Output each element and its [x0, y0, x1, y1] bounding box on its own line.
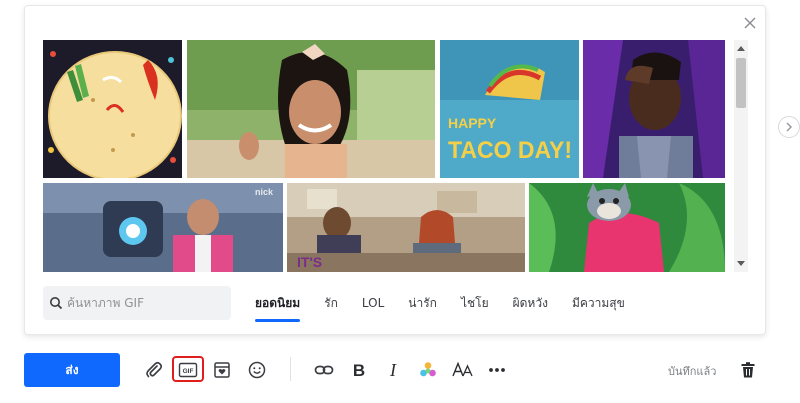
color-palette-icon[interactable] — [418, 360, 438, 380]
gif-search-input[interactable] — [67, 296, 217, 310]
nick-watermark: nick — [255, 187, 274, 197]
tab-happy[interactable]: มีความสุข — [572, 286, 625, 320]
close-icon[interactable] — [743, 16, 757, 30]
gif-grid-scrollbar[interactable] — [734, 40, 748, 272]
chevron-right-icon — [786, 122, 793, 132]
svg-text:I: I — [389, 360, 397, 380]
compose-toolbar: ส่ง GIF B I บันทึกแล้ว — [0, 345, 800, 395]
gif-tile-tortilla[interactable] — [43, 40, 182, 178]
sticker-icon[interactable] — [212, 360, 232, 380]
tab-cheers[interactable]: ไชโย — [461, 286, 489, 320]
search-icon — [50, 297, 63, 310]
scroll-up-icon[interactable] — [737, 46, 745, 51]
tab-lol[interactable]: LOL — [362, 286, 384, 320]
taco-title-line2: TACO DAY! — [448, 137, 572, 164]
font-size-icon[interactable] — [452, 360, 474, 380]
svg-text:B: B — [353, 361, 365, 380]
gif-icon-label: GIF — [183, 368, 194, 375]
gif-tile-taco-day[interactable]: HAPPY TACO DAY! — [440, 40, 579, 178]
link-icon[interactable] — [314, 360, 334, 380]
gif-tile-woman-smiling[interactable] — [187, 40, 435, 178]
gif-tile-nick-show[interactable]: nick — [43, 183, 283, 272]
gif-tile-cartoon-cat[interactable] — [529, 183, 725, 272]
emoji-icon[interactable] — [247, 360, 267, 380]
bold-icon[interactable]: B — [349, 360, 369, 380]
tab-love[interactable]: รัก — [324, 286, 338, 320]
tab-popular[interactable]: ยอดนิยม — [255, 286, 301, 322]
caption-fragment: IT'S — [297, 254, 322, 270]
next-arrow-button[interactable] — [778, 116, 800, 138]
gif-grid: HAPPY TACO DAY! nick IT'S — [43, 40, 725, 272]
tab-disappointed[interactable]: ผิดหวัง — [513, 286, 548, 320]
taco-title-line1: HAPPY — [448, 115, 497, 131]
gif-search-box[interactable] — [43, 286, 231, 320]
gif-category-tabs: ยอดนิยม รัก LOL น่ารัก ไชโย ผิดหวัง มีคว… — [255, 286, 649, 322]
toolbar-divider — [290, 357, 291, 381]
gif-tile-classroom[interactable]: IT'S — [287, 183, 525, 272]
more-icon[interactable] — [487, 360, 507, 380]
send-button[interactable]: ส่ง — [24, 353, 120, 387]
gif-icon[interactable]: GIF — [178, 360, 198, 380]
trash-icon[interactable] — [738, 360, 758, 380]
italic-icon[interactable]: I — [383, 360, 403, 380]
scroll-down-icon[interactable] — [737, 261, 745, 266]
paperclip-icon[interactable] — [144, 360, 164, 380]
gif-tile-facepalm[interactable] — [583, 40, 725, 178]
tab-cute[interactable]: น่ารัก — [408, 286, 437, 320]
gif-picker-panel: HAPPY TACO DAY! nick IT'S ค้นหาภาพ GIF ย… — [24, 5, 766, 335]
scroll-thumb[interactable] — [736, 58, 746, 108]
draft-saved-status: บันทึกแล้ว — [668, 365, 717, 378]
